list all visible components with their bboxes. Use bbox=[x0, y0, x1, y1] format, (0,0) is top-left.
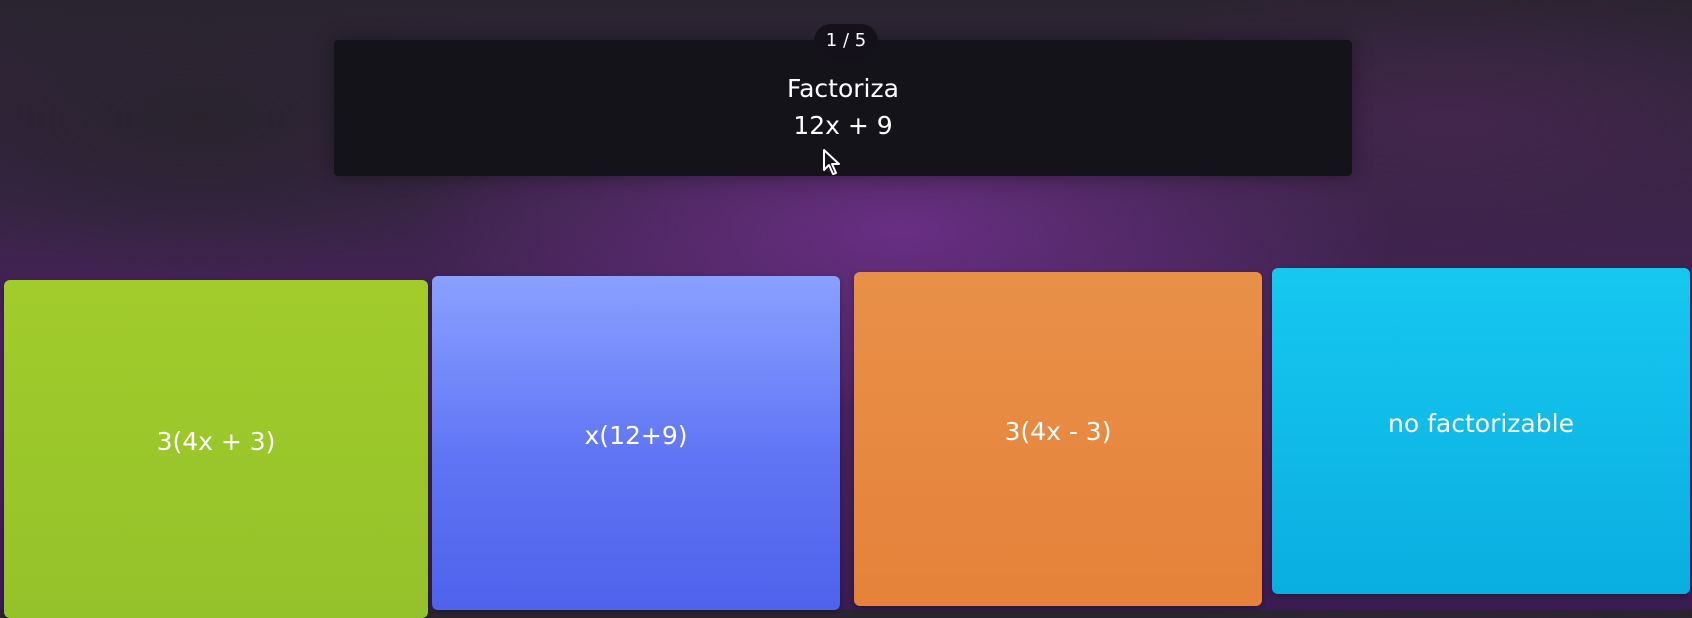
answer-option-4-label: no factorizable bbox=[1388, 408, 1574, 438]
answer-option-1-label: 3(4x + 3) bbox=[156, 426, 276, 456]
question-title: Factoriza bbox=[787, 74, 899, 103]
question-counter: 1 / 5 bbox=[814, 24, 878, 58]
mouse-pointer-icon bbox=[823, 149, 840, 175]
answer-grid: 3(4x + 3) x(12+9) 3(4x - 3) no factoriza… bbox=[0, 268, 1692, 618]
answer-option-1[interactable]: 3(4x + 3) bbox=[4, 280, 428, 618]
answer-option-4[interactable]: no factorizable bbox=[1272, 268, 1690, 594]
answer-option-3[interactable]: 3(4x - 3) bbox=[854, 272, 1262, 606]
question-expression: 12x + 9 bbox=[793, 111, 893, 140]
answer-option-3-label: 3(4x - 3) bbox=[1004, 416, 1112, 446]
answer-option-2[interactable]: x(12+9) bbox=[432, 276, 840, 610]
answer-option-2-label: x(12+9) bbox=[584, 420, 688, 450]
